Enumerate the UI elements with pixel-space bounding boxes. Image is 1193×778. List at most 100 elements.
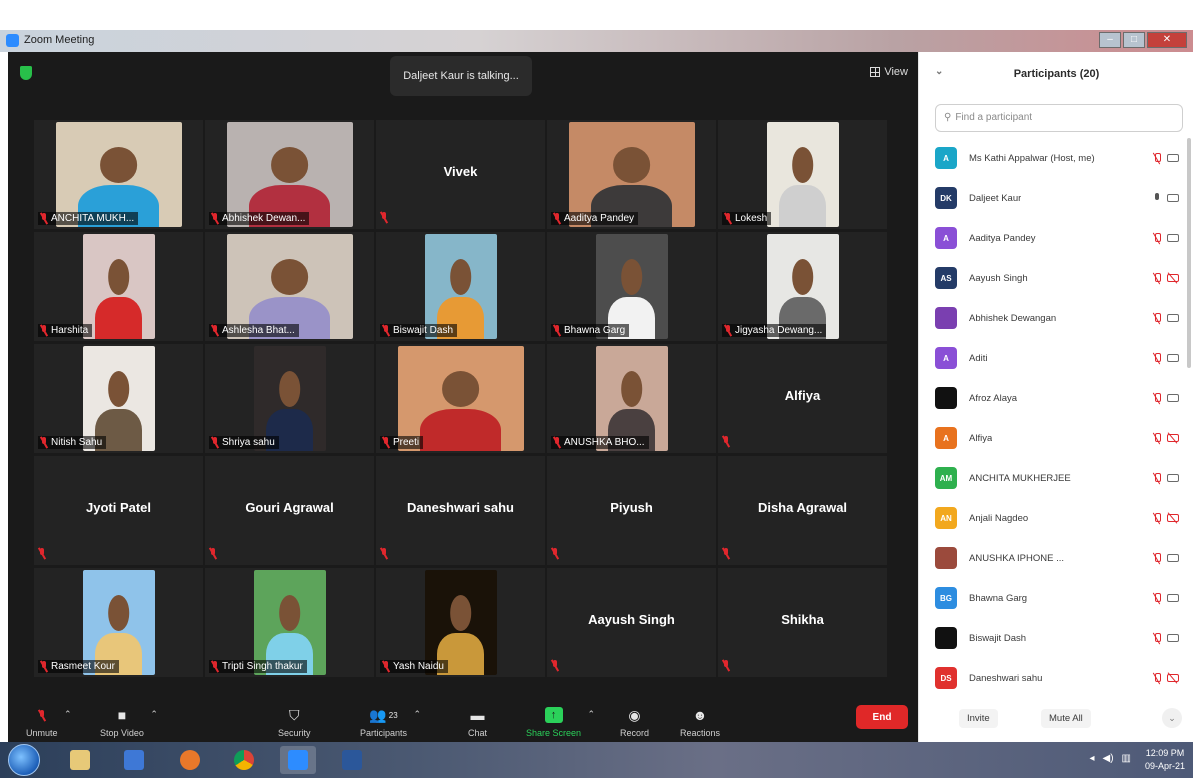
video-tile[interactable]: Bhawna Garg [547, 232, 716, 341]
participant-row[interactable]: DS Daneshwari sahu [919, 658, 1187, 694]
tile-nameplate: Nitish Sahu [38, 436, 107, 449]
network-icon[interactable]: ▥ [1122, 753, 1131, 764]
windows-taskbar: ◂ ◀) ▥ 12:09 PM 09-Apr-21 [0, 742, 1193, 778]
maximize-button[interactable]: □ [1123, 32, 1145, 48]
participants-caret-icon[interactable]: ⌃ [413, 709, 421, 720]
video-tile[interactable]: Shikha [718, 568, 887, 677]
taskbar-chrome-icon[interactable] [226, 746, 262, 774]
reactions-label: Reactions [680, 728, 721, 738]
video-tile[interactable]: Vivek [376, 120, 545, 229]
record-label: Record [620, 728, 650, 738]
participant-row[interactable]: A Ms Kathi Appalwar (Host, me) [919, 138, 1187, 178]
invite-button[interactable]: Invite [959, 708, 998, 728]
start-button[interactable] [8, 744, 40, 776]
participants-icon: 👥 23 [369, 706, 398, 723]
reactions-button[interactable]: ☻ Reactions [680, 707, 720, 738]
video-tile[interactable]: Aayush Singh [547, 568, 716, 677]
mic-muted-icon [211, 325, 219, 336]
participant-row[interactable]: DK Daljeet Kaur [919, 178, 1187, 218]
taskbar-clock[interactable]: 12:09 PM 09-Apr-21 [1145, 747, 1185, 773]
video-tile[interactable]: Preeti [376, 344, 545, 453]
participant-row[interactable]: AS Aayush Singh [919, 258, 1187, 298]
audio-options-caret-icon[interactable]: ⌃ [64, 709, 72, 720]
participant-list-scrollbar[interactable] [1187, 138, 1191, 368]
video-tile[interactable]: Ashlesha Bhat... [205, 232, 374, 341]
tile-nameplate: Bhawna Garg [551, 324, 630, 337]
video-tile[interactable]: Abhishek Dewan... [205, 120, 374, 229]
video-tile[interactable]: Jigyasha Dewang... [718, 232, 887, 341]
tray-arrow-icon[interactable]: ◂ [1089, 753, 1094, 764]
tile-name: ANCHITA MUKH... [51, 213, 135, 224]
video-options-caret-icon[interactable]: ⌃ [150, 709, 158, 720]
video-tile[interactable]: Jyoti Patel [34, 456, 203, 565]
tile-name: Shikha [781, 612, 824, 627]
taskbar-media-player-icon[interactable] [116, 746, 152, 774]
record-button[interactable]: ◉ Record [620, 707, 650, 739]
mic-muted-icon [553, 325, 561, 336]
participant-row[interactable]: ANUSHKA IPHONE ... [919, 538, 1187, 578]
video-tile[interactable]: Piyush [547, 456, 716, 565]
camera-icon [1167, 634, 1179, 642]
mic-muted-icon [1153, 672, 1161, 684]
video-tile[interactable]: Yash Naidu [376, 568, 545, 677]
participants-button[interactable]: 👥 23 Participants ⌃ [360, 706, 421, 739]
encryption-shield-icon[interactable] [20, 66, 32, 80]
tile-nameplate: ANCHITA MUKH... [38, 212, 139, 225]
tile-name: ANUSHKA BHO... [564, 437, 645, 448]
video-tile[interactable]: Aaditya Pandey [547, 120, 716, 229]
collapse-chevron-icon[interactable]: ⌄ [935, 66, 943, 77]
more-options-icon[interactable]: ⌄ [1162, 708, 1182, 728]
taskbar-firefox-icon[interactable] [172, 746, 208, 774]
video-tile[interactable]: ANCHITA MUKH... [34, 120, 203, 229]
participant-row[interactable]: Abhishek Dewangan [919, 298, 1187, 338]
video-tile[interactable]: Daneshwari sahu [376, 456, 545, 565]
minimize-button[interactable]: – [1099, 32, 1121, 48]
video-tile[interactable]: Nitish Sahu [34, 344, 203, 453]
view-button[interactable]: View [870, 66, 908, 78]
participant-name: ANUSHKA IPHONE ... [969, 552, 1065, 564]
participant-row[interactable]: AM ANCHITA MUKHERJEE [919, 458, 1187, 498]
end-meeting-button[interactable]: End [856, 705, 908, 729]
participant-status [1153, 152, 1179, 164]
tile-name: Piyush [610, 500, 653, 515]
participant-row[interactable]: AN Anjali Nagdeo [919, 498, 1187, 538]
participant-search-input[interactable]: ⚲ Find a participant [935, 104, 1183, 132]
video-tile[interactable]: Biswajit Dash [376, 232, 545, 341]
chat-button[interactable]: ▬ Chat [468, 707, 487, 738]
participant-row[interactable]: BG Bhawna Garg [919, 578, 1187, 618]
participant-name: Ms Kathi Appalwar (Host, me) [969, 152, 1095, 164]
window-title: Zoom Meeting [24, 34, 95, 46]
taskbar-word-icon[interactable] [334, 746, 370, 774]
video-tile[interactable]: Tripti Singh thakur [205, 568, 374, 677]
chat-icon: ▬ [470, 707, 485, 723]
video-tile[interactable]: Harshita [34, 232, 203, 341]
share-screen-button[interactable]: ↑ Share Screen ⌃ [526, 707, 595, 738]
mute-all-button[interactable]: Mute All [1041, 708, 1091, 728]
participant-name: Afroz Alaya [969, 392, 1018, 404]
video-tile[interactable]: Shriya sahu [205, 344, 374, 453]
participant-row[interactable]: A Aaditya Pandey [919, 218, 1187, 258]
participant-row[interactable]: A Alfiya [919, 418, 1187, 458]
participant-status [1153, 552, 1179, 564]
participant-name: ANCHITA MUKHERJEE [969, 472, 1071, 484]
mic-muted-icon [40, 661, 48, 672]
participant-row[interactable]: A Aditi [919, 338, 1187, 378]
stop-video-button[interactable]: ■ Stop Video ⌃ [100, 707, 158, 738]
video-tile[interactable]: Alfiya [718, 344, 887, 453]
tile-name: Daneshwari sahu [407, 500, 514, 515]
video-tile[interactable]: Rasmeet Kour [34, 568, 203, 677]
security-button[interactable]: ⛉ Security [278, 707, 311, 739]
video-tile[interactable]: ANUSHKA BHO... [547, 344, 716, 453]
taskbar-zoom-icon[interactable] [280, 746, 316, 774]
video-tile[interactable]: Gouri Agrawal [205, 456, 374, 565]
participant-name: Aayush Singh [969, 272, 1028, 284]
participant-row[interactable]: Biswajit Dash [919, 618, 1187, 658]
video-tile[interactable]: Lokesh [718, 120, 887, 229]
taskbar-explorer-icon[interactable] [62, 746, 98, 774]
share-options-caret-icon[interactable]: ⌃ [588, 709, 596, 720]
unmute-button[interactable]: Unmute ⌃ [26, 707, 72, 738]
video-tile[interactable]: Disha Agrawal [718, 456, 887, 565]
volume-icon[interactable]: ◀) [1103, 753, 1114, 764]
participant-row[interactable]: Afroz Alaya [919, 378, 1187, 418]
close-button[interactable]: ✕ [1147, 32, 1187, 48]
